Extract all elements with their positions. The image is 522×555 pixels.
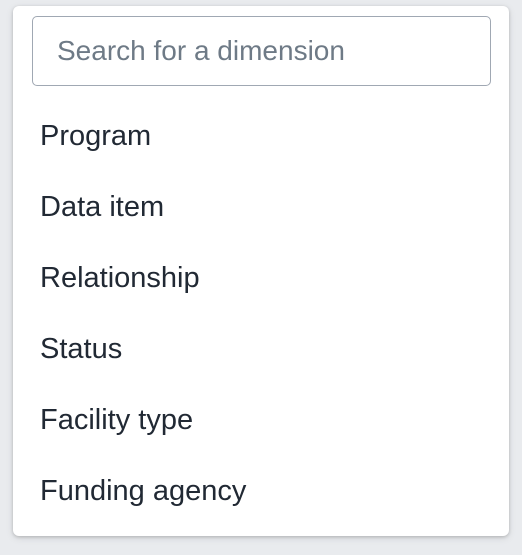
dimension-selector-popover: Program Data item Relationship Status Fa… — [13, 6, 509, 536]
dimension-item-relationship[interactable]: Relationship — [13, 243, 509, 314]
dimension-search-input[interactable] — [32, 16, 491, 86]
dimension-item-status[interactable]: Status — [13, 314, 509, 385]
dimension-item-funding-agency[interactable]: Funding agency — [13, 456, 509, 527]
dimension-item-program[interactable]: Program — [13, 101, 509, 172]
dimension-item-data-item[interactable]: Data item — [13, 172, 509, 243]
dimension-list: Program Data item Relationship Status Fa… — [13, 101, 509, 527]
dimension-item-facility-type[interactable]: Facility type — [13, 385, 509, 456]
search-field-container — [32, 16, 491, 86]
